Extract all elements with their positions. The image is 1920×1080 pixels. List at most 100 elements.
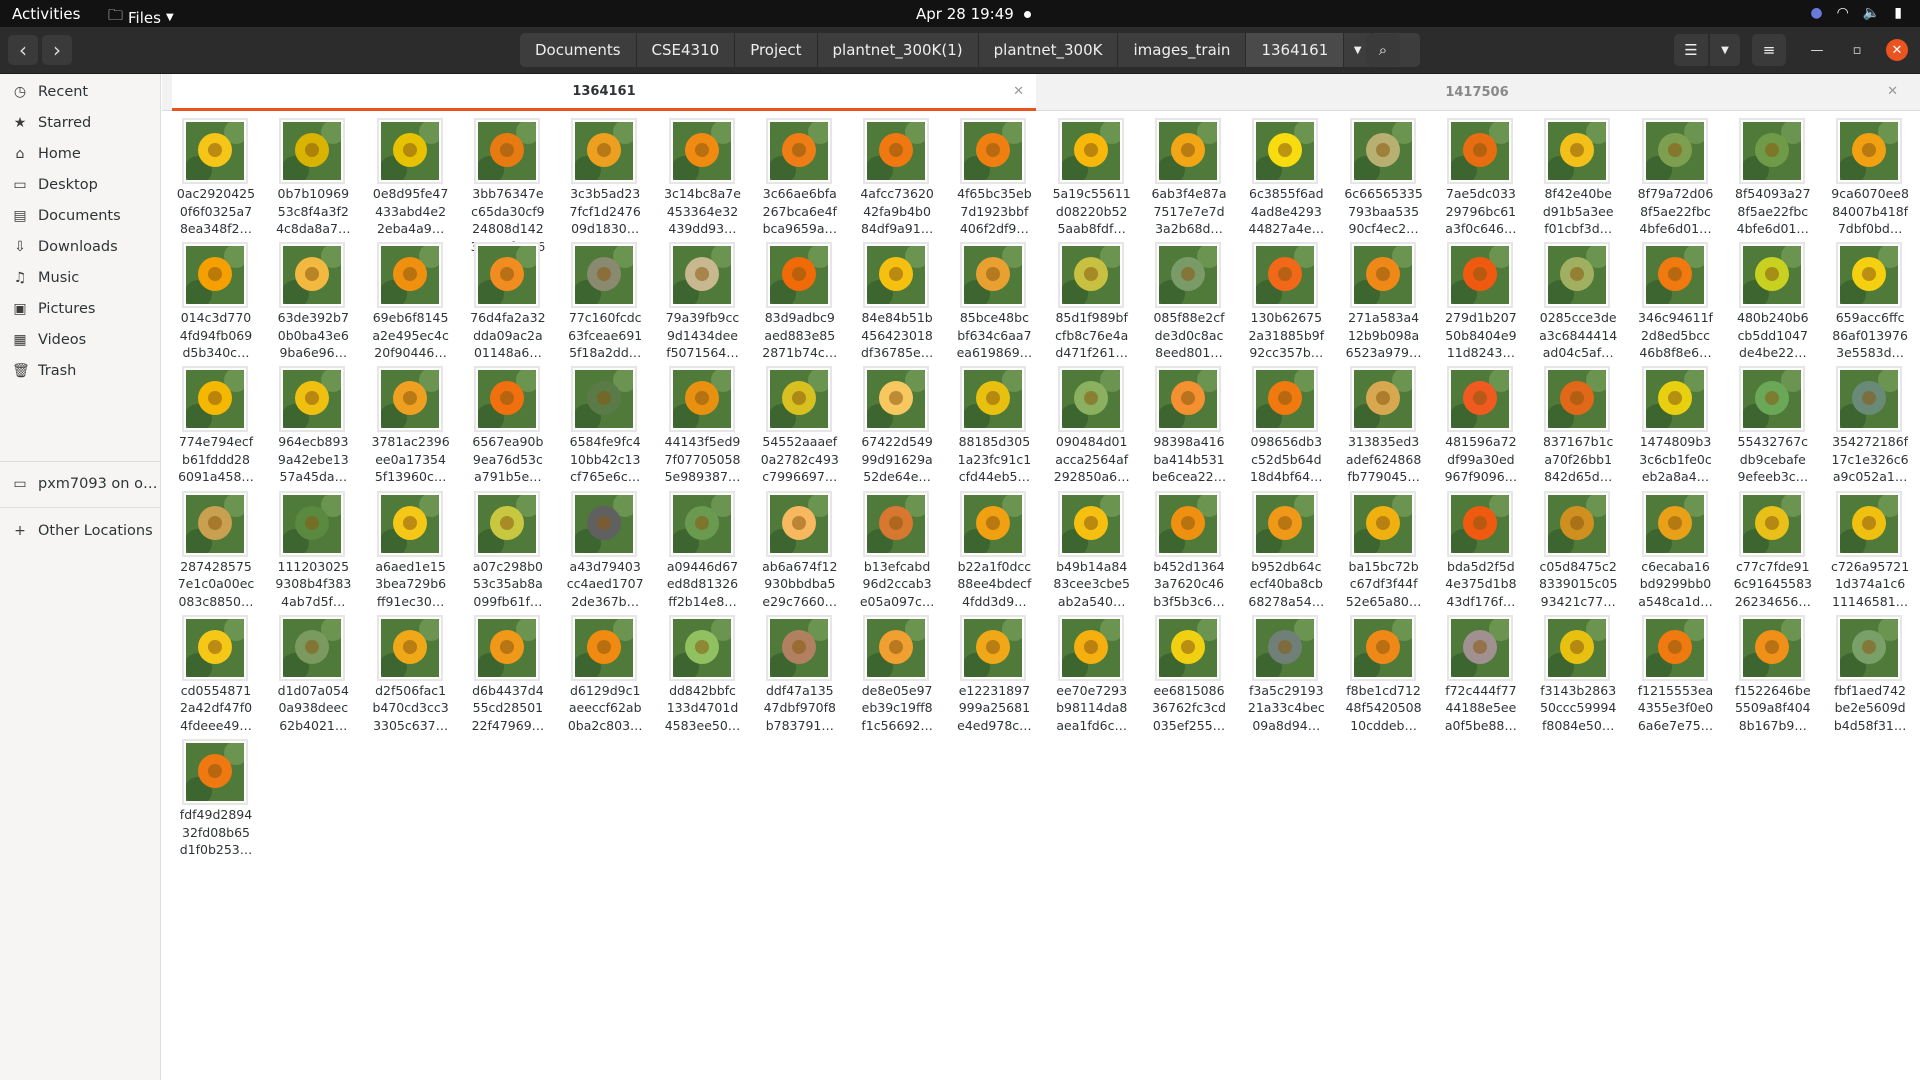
clock[interactable]: Apr 28 19:49	[916, 5, 1031, 23]
file-item[interactable]: b452d1364 3a7620c46 b3f5b3c6…	[1145, 490, 1241, 612]
file-item[interactable]: 8f79a72d06 8f5ae22fbc 4bfe6d01…	[1632, 117, 1728, 239]
file-item[interactable]: 3bb76347ec65da30cf924808d14237e00fc23685…	[464, 117, 560, 271]
file-item[interactable]: 480b240b6 cb5dd1047 de4be22…	[1729, 241, 1825, 363]
file-item[interactable]: 3c66ae6bfa 267bca6e4f bca9659a…	[756, 117, 852, 239]
file-item[interactable]: 014c3d770 4fd94fb069 d5b340c…	[172, 241, 268, 363]
file-item[interactable]: 964ecb893 9a42ebe13 57a45da…	[269, 365, 365, 487]
file-item[interactable]: 279d1b207 50b8404e9 11d8243…	[1437, 241, 1533, 363]
file-item[interactable]: a6aed1e15 3bea729b6 ff91ec30…	[367, 490, 463, 612]
file-item[interactable]: 76d4fa2a32 dda09ac2a 01148a6…	[464, 241, 560, 363]
file-item[interactable]: 67422d549 99d91629a 52de64e…	[853, 365, 949, 487]
file-item[interactable]: 1474809b3 3c6cb1fe0c eb2a8a4…	[1632, 365, 1728, 487]
activities-button[interactable]: Activities	[12, 5, 80, 23]
back-button[interactable]: ‹	[8, 35, 38, 65]
sidebar-item-recent[interactable]: ◷ Recent	[12, 78, 158, 106]
minimize-button[interactable]: —	[1806, 39, 1828, 61]
file-item[interactable]: 6c66565335 793baa535 90cf4ec2…	[1340, 117, 1436, 239]
file-item[interactable]: 98398a416 ba414b531 be6cea22…	[1145, 365, 1241, 487]
file-item[interactable]: d6b4437d4 55cd28501 22f47969…	[464, 614, 560, 736]
file-item[interactable]: 5a19c55611 d08220b52 5aab8fdf…	[1048, 117, 1144, 239]
file-item[interactable]: 085f88e2cf de3d0c8ac 8eed801…	[1145, 241, 1241, 363]
file-item[interactable]: f3143b2863 50ccc59994 f8084e50…	[1534, 614, 1630, 736]
file-item[interactable]: 313835ed3 adef624868 fb779045…	[1340, 365, 1436, 487]
file-item[interactable]: 6584fe9fc4 10bb42c13 cf765e6c…	[561, 365, 657, 487]
file-item[interactable]: 3c3b5ad23 7fcf1d2476 09d1830…	[561, 117, 657, 239]
file-item[interactable]: e12231897 999a25681 e4ed978c…	[950, 614, 1046, 736]
sidebar-item-network-drive[interactable]: ▭ pxm7093 on o…	[12, 470, 158, 498]
file-item[interactable]: c05d8475c2 8339015c05 93421c77…	[1534, 490, 1630, 612]
file-item[interactable]: 54552aaaef 0a2782c493 c7996697…	[756, 365, 852, 487]
file-item[interactable]: 111203025 9308b4f383 4ab7d5f…	[269, 490, 365, 612]
file-item[interactable]: b22a1f0dcc 88ee4bdecf 4fdd3d9…	[950, 490, 1046, 612]
file-item[interactable]: ee70e7293 b98114da8 aea1fd6c…	[1048, 614, 1144, 736]
path-crumb-images-train[interactable]: images_train	[1118, 33, 1247, 67]
view-list-button[interactable]: ☰	[1674, 34, 1708, 66]
path-crumb-current[interactable]: 1364161	[1246, 33, 1345, 67]
file-item[interactable]: 271a583a4 12b9b098a 6523a979…	[1340, 241, 1436, 363]
file-item[interactable]: f1215553ea 4355e3f0e0 6a6e7e75…	[1632, 614, 1728, 736]
file-item[interactable]: 6c3855f6ad 4ad8e4293 44827a4e…	[1242, 117, 1338, 239]
file-item[interactable]: 85bce48bc bf634c6aa7 ea619869…	[950, 241, 1046, 363]
file-item[interactable]: 0b7b10969 53c8f4a3f2 4c8da8a7…	[269, 117, 365, 239]
file-item[interactable]: a43d79403 cc4aed1707 2de367b…	[561, 490, 657, 612]
file-item[interactable]: 69eb6f8145 a2e495ec4c 20f90446…	[367, 241, 463, 363]
file-item[interactable]: de8e05e97 eb39c19ff8 f1c56692…	[853, 614, 949, 736]
file-item[interactable]: cd0554871 2a42df47f0 4fdeee49…	[172, 614, 268, 736]
file-item[interactable]: 85d1f989bf cfb8c76e4a d471f261…	[1048, 241, 1144, 363]
sidebar-item-pictures[interactable]: ▣ Pictures	[12, 295, 158, 323]
file-item[interactable]: 659acc6ffc 86af013976 3e5583d…	[1826, 241, 1920, 363]
sidebar-item-music[interactable]: ♫ Music	[12, 264, 158, 292]
file-item[interactable]: 79a39fb9cc 9d1434dee f5071564…	[659, 241, 755, 363]
path-crumb-documents[interactable]: Documents	[520, 33, 637, 67]
file-item[interactable]: 77c160fcdc 63fceae691 5f18a2dd…	[561, 241, 657, 363]
file-item[interactable]: 090484d01 acca2564af 292850a6…	[1048, 365, 1144, 487]
file-item[interactable]: 4f65bc35eb 7d1923bbf 406f2df9…	[950, 117, 1046, 239]
file-item[interactable]: 3c14bc8a7e 453364e32 439dd93…	[659, 117, 755, 239]
sidebar-item-downloads[interactable]: ⇩ Downloads	[12, 233, 158, 261]
file-item[interactable]: 4afcc73620 42fa9b4b0 84df9a91…	[853, 117, 949, 239]
file-item[interactable]: 481596a72 df99a30ed 967f9096…	[1437, 365, 1533, 487]
file-item[interactable]: 130b62675 2a31885b9f 92cc357b…	[1242, 241, 1338, 363]
sidebar-item-videos[interactable]: ▦ Videos	[12, 326, 158, 354]
search-button[interactable]: ⌕	[1366, 34, 1400, 66]
path-crumb-project[interactable]: Project	[735, 33, 818, 67]
view-options-button[interactable]: ▼	[1710, 34, 1740, 66]
file-item[interactable]: 44143f5ed9 7f07705058 5e989387…	[659, 365, 755, 487]
file-item[interactable]: ab6a674f12 930bbdba5 e29c7660…	[756, 490, 852, 612]
file-item[interactable]: b952db64c ecf40ba8cb 68278a54…	[1242, 490, 1338, 612]
file-item[interactable]: 287428575 7e1c0a00ec 083c8850…	[172, 490, 268, 612]
file-item[interactable]: ee6815086 36762fc3cd 035ef255…	[1145, 614, 1241, 736]
file-item[interactable]: 774e794ecf b61fddd28 6091a458…	[172, 365, 268, 487]
file-item[interactable]: f8be1cd712 48f5420508 10cddeb…	[1340, 614, 1436, 736]
file-item[interactable]: d6129d9c1 aeeccf62ab 0ba2c803…	[561, 614, 657, 736]
file-item[interactable]: dd842bbfc 133d4701d 4583ee50…	[659, 614, 755, 736]
file-item[interactable]: c726a95721 1d374a1c6 11146581…	[1826, 490, 1920, 612]
file-item[interactable]: 354272186f 17c1e326c6 a9c052a1…	[1826, 365, 1920, 487]
file-item[interactable]: d2f506fac1 b470cd3cc3 3305c637…	[367, 614, 463, 736]
file-item[interactable]: 098656db3 c52d5b64d 18d4bf64…	[1242, 365, 1338, 487]
file-item[interactable]: b49b14a84 83cee3cbe5 ab2a540…	[1048, 490, 1144, 612]
path-crumb-plantnet-300k-1[interactable]: plantnet_300K(1)	[817, 33, 979, 67]
file-item[interactable]: 9ca6070ee8 84007b418f 7dbf0bd…	[1826, 117, 1920, 239]
tab-close-icon[interactable]: ✕	[1887, 84, 1898, 99]
file-item[interactable]: c6ecaba16 bd9299bb0 a548ca1d…	[1632, 490, 1728, 612]
file-item[interactable]: 6ab3f4e87a 7517e7e7d 3a2b68d…	[1145, 117, 1241, 239]
file-item[interactable]: f1522646be 5509a8f404 8b167b9…	[1729, 614, 1825, 736]
path-crumb-cse4310[interactable]: CSE4310	[636, 33, 736, 67]
file-item[interactable]: 83d9adbc9 aed883e85 2871b74c…	[756, 241, 852, 363]
sidebar-item-documents[interactable]: ▤ Documents	[12, 202, 158, 230]
file-item[interactable]: 84e84b51b 456423018 df36785e…	[853, 241, 949, 363]
file-item[interactable]: fdf49d2894 32fd08b65 d1f0b253…	[172, 738, 268, 860]
file-item[interactable]: bda5d2f5d 4e375d1b8 43df176f…	[1437, 490, 1533, 612]
tab-close-icon[interactable]: ✕	[1013, 84, 1024, 99]
file-item[interactable]: f3a5c29193 21a33c4bec 09a8d94…	[1242, 614, 1338, 736]
tab-1417506[interactable]: 1417506 ✕	[1044, 74, 1910, 111]
tab-1364161[interactable]: 1364161 ✕	[172, 74, 1036, 111]
sidebar-item-desktop[interactable]: ▭ Desktop	[12, 171, 158, 199]
file-item[interactable]: 7ae5dc033 29796bc61 a3f0c646…	[1437, 117, 1533, 239]
file-item[interactable]: 88185d305 1a23fc91c1 cfd44eb5…	[950, 365, 1046, 487]
file-item[interactable]: 3781ac2396 ee0a17354 5f13960c…	[367, 365, 463, 487]
file-item[interactable]: 0e8d95fe47 433abd4e2 2eba4a9…	[367, 117, 463, 239]
file-item[interactable]: 8f54093a27 8f5ae22fbc 4bfe6d01…	[1729, 117, 1825, 239]
sidebar-item-trash[interactable]: 🗑 Trash	[12, 357, 158, 385]
